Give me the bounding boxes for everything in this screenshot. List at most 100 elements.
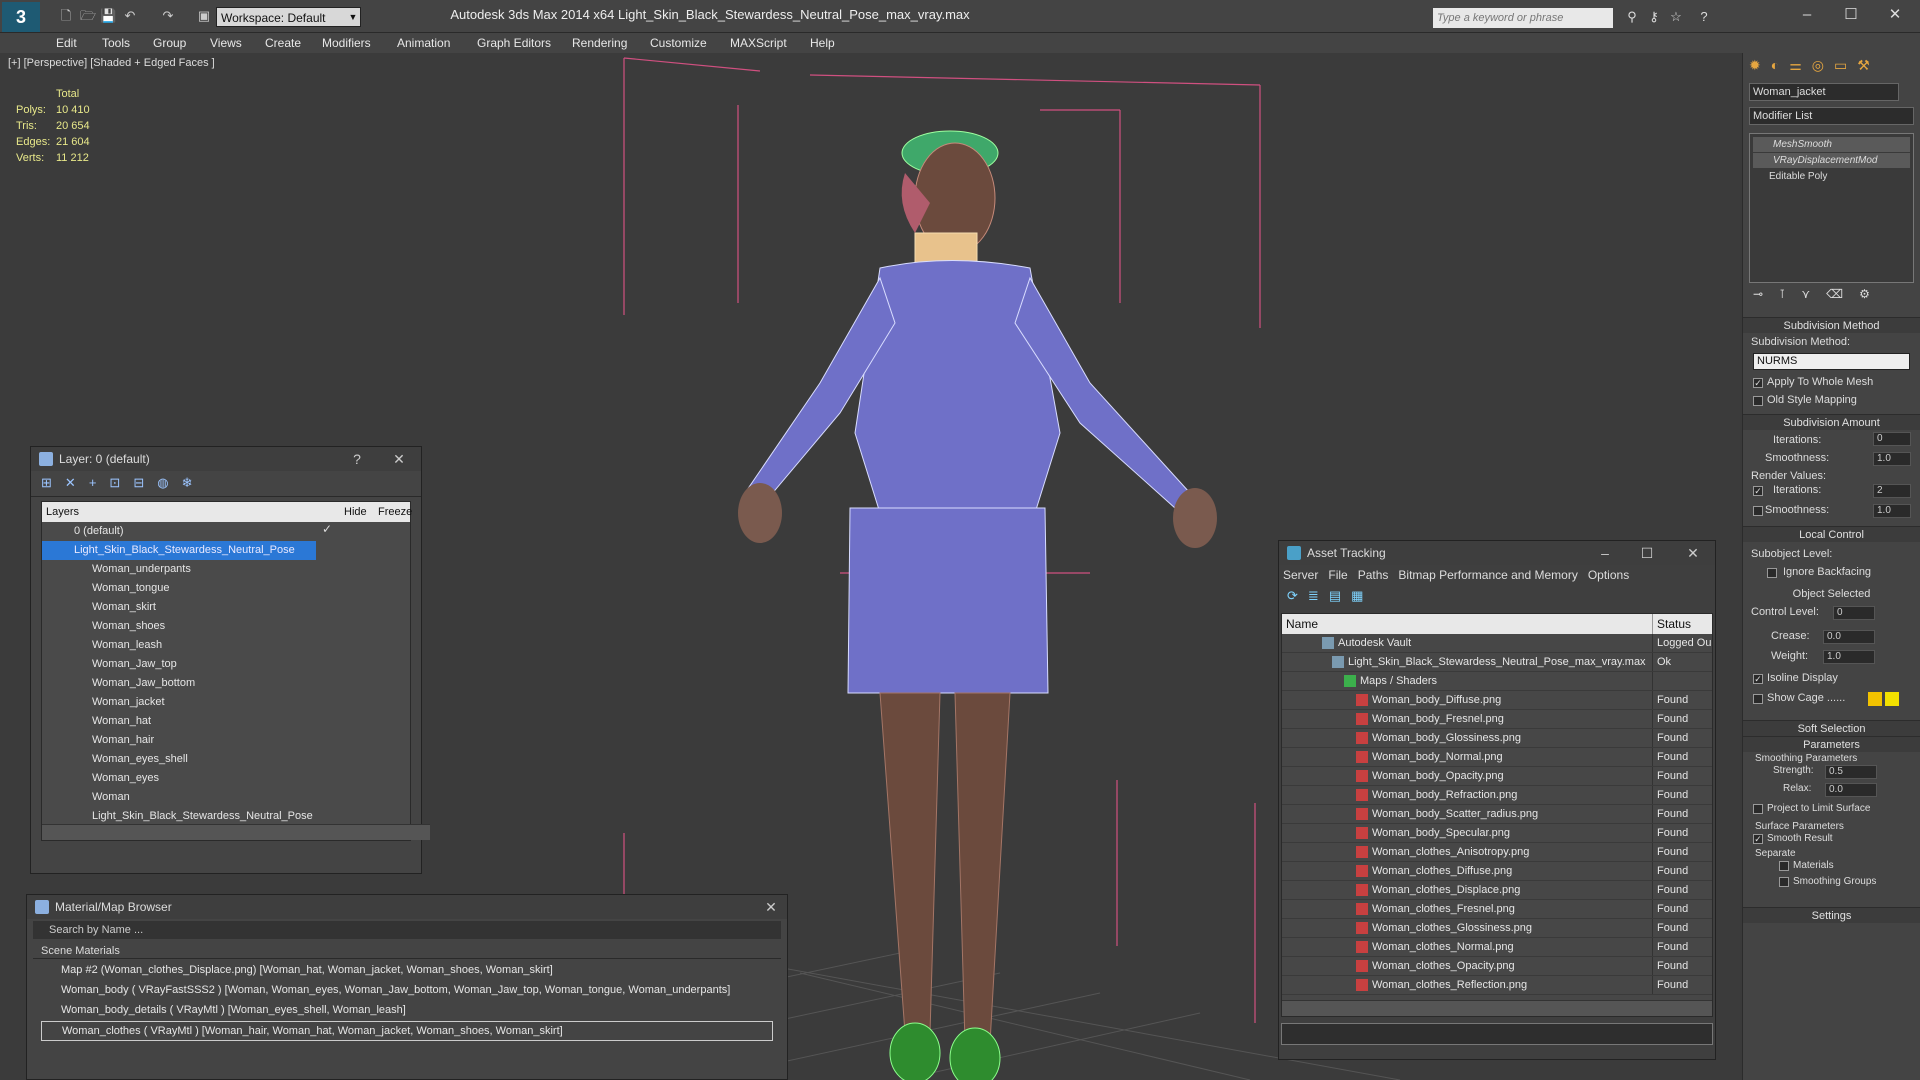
col-status[interactable]: Status — [1652, 614, 1691, 634]
asset-menu-server[interactable]: Server — [1283, 568, 1318, 582]
smooth-result[interactable]: ✓ Smooth Result — [1743, 832, 1920, 848]
asset-row[interactable]: Woman_body_Opacity.png Found — [1282, 767, 1712, 786]
table-icon[interactable]: ▦ — [1351, 588, 1373, 603]
layer-row[interactable]: Woman_hat — [42, 712, 410, 731]
add-icon[interactable]: + — [89, 475, 110, 490]
isoline-display[interactable]: ✓ Isoline Display — [1743, 670, 1920, 690]
menu-customize[interactable]: Customize — [650, 34, 707, 52]
asset-row[interactable]: Woman_body_Scatter_radius.png Found — [1282, 805, 1712, 824]
freeze-all-icon[interactable]: ❄ — [182, 475, 206, 490]
project-limit-surface[interactable]: Project to Limit Surface — [1743, 801, 1920, 821]
menu-edit[interactable]: Edit — [56, 34, 77, 52]
menu-create[interactable]: Create — [265, 34, 301, 52]
asset-row[interactable]: Woman_clothes_Displace.png Found — [1282, 881, 1712, 900]
asset-row[interactable]: Woman_clothes_Glossiness.png Found — [1282, 919, 1712, 938]
asset-row[interactable]: Woman_clothes_Anisotropy.png Found — [1282, 843, 1712, 862]
material-item[interactable]: Map #2 (Woman_clothes_Displace.png) [Wom… — [41, 961, 773, 981]
crease-spinner[interactable]: 0.0 — [1823, 630, 1875, 644]
checkbox-checked[interactable]: ✓ — [1753, 674, 1763, 684]
ignore-backfacing[interactable]: Ignore Backfacing — [1743, 564, 1920, 584]
menu-group[interactable]: Group — [153, 34, 186, 52]
checkbox[interactable] — [1753, 506, 1763, 516]
layer-row[interactable]: Woman_eyes_shell — [42, 750, 410, 769]
asset-path-field[interactable] — [1281, 1023, 1713, 1045]
menu-maxscript[interactable]: MAXScript — [730, 34, 787, 52]
apply-whole-mesh[interactable]: ✓ Apply To Whole Mesh — [1743, 372, 1920, 392]
delete-icon[interactable]: ✕ — [65, 475, 89, 490]
maximize-icon[interactable]: ☐ — [1637, 541, 1657, 565]
layer-row[interactable]: Woman_Jaw_top — [42, 655, 410, 674]
asset-row[interactable]: Woman_clothes_Fresnel.png Found — [1282, 900, 1712, 919]
modifier-stack[interactable]: MeshSmooth VRayDisplacementMod Editable … — [1749, 133, 1914, 283]
layer-row[interactable]: Woman_leash — [42, 636, 410, 655]
layer-row[interactable]: Woman_jacket — [42, 693, 410, 712]
checkbox[interactable] — [1753, 804, 1763, 814]
checkbox-checked[interactable]: ✓ — [1753, 378, 1763, 388]
maximize-icon[interactable]: ☐ — [1838, 4, 1864, 26]
rollout-settings[interactable]: Settings — [1743, 907, 1920, 923]
hierarchy-tab-icon[interactable]: ⚌ — [1789, 57, 1812, 73]
render-iterations-spinner[interactable]: 2 — [1873, 484, 1911, 498]
menu-rendering[interactable]: Rendering — [572, 34, 627, 52]
layer-create-icon[interactable]: ⊞ — [41, 475, 65, 490]
asset-row[interactable]: Maps / Shaders — [1282, 672, 1712, 691]
help-icon[interactable]: ? — [1696, 9, 1712, 25]
asset-row[interactable]: Woman_body_Normal.png Found — [1282, 748, 1712, 767]
menu-views[interactable]: Views — [210, 34, 242, 52]
search-input[interactable]: Type a keyword or phrase — [1433, 8, 1613, 28]
close-icon[interactable]: ✕ — [761, 895, 781, 919]
show-end-icon[interactable]: ⊺ — [1779, 287, 1801, 301]
asset-row[interactable]: Woman_clothes_Diffuse.png Found — [1282, 862, 1712, 881]
remove-modifier-icon[interactable]: ⌫ — [1826, 287, 1859, 301]
col-name[interactable]: Name — [1282, 617, 1318, 631]
motion-tab-icon[interactable]: ◎ — [1812, 57, 1834, 73]
col-layers[interactable]: Layers — [42, 506, 79, 518]
horizontal-scrollbar[interactable] — [42, 824, 430, 840]
minimize-icon[interactable]: – — [1794, 4, 1820, 26]
stack-item[interactable]: MeshSmooth — [1753, 137, 1910, 152]
rollout-subdivision-method[interactable]: Subdivision Method — [1743, 317, 1920, 333]
close-icon[interactable]: ✕ — [1683, 541, 1703, 565]
checkbox[interactable] — [1767, 568, 1777, 578]
asset-row[interactable]: Light_Skin_Black_Stewardess_Neutral_Pose… — [1282, 653, 1712, 672]
cage-color-swatch[interactable] — [1868, 692, 1882, 706]
show-cage[interactable]: Show Cage ...... — [1743, 690, 1920, 712]
pin-stack-icon[interactable]: ⊸ — [1753, 287, 1779, 301]
asset-row[interactable]: Woman_body_Fresnel.png Found — [1282, 710, 1712, 729]
asset-row[interactable]: Woman_body_Glossiness.png Found — [1282, 729, 1712, 748]
layer-row[interactable]: Woman_hair — [42, 731, 410, 750]
configure-icon[interactable]: ⚙ — [1859, 287, 1886, 301]
old-style-mapping[interactable]: Old Style Mapping — [1743, 392, 1920, 408]
modify-tab-icon[interactable]: ◐ — [1771, 57, 1789, 73]
material-browser-titlebar[interactable]: Material/Map Browser ✕ — [27, 895, 787, 919]
smoothness-spinner[interactable]: 1.0 — [1873, 452, 1911, 466]
binoculars-icon[interactable]: ⚲ — [1624, 9, 1640, 25]
menu-tools[interactable]: Tools — [102, 34, 130, 52]
menu-help[interactable]: Help — [810, 34, 835, 52]
asset-row[interactable]: Woman_body_Specular.png Found — [1282, 824, 1712, 843]
refresh-icon[interactable]: ⟳ — [1287, 588, 1308, 603]
rollout-parameters[interactable]: Parameters — [1743, 736, 1920, 752]
layer-row[interactable]: Woman_tongue — [42, 579, 410, 598]
col-hide[interactable]: Hide — [344, 502, 367, 522]
checkbox[interactable] — [1779, 877, 1789, 887]
menu-animation[interactable]: Animation — [397, 34, 450, 52]
scene-materials-group[interactable]: Scene Materials — [33, 943, 781, 959]
favorites-icon[interactable]: ☆ — [1668, 9, 1684, 25]
cage-selection-color-swatch[interactable] — [1885, 692, 1899, 706]
display-tab-icon[interactable]: ▭ — [1834, 57, 1857, 73]
layer-dialog-titlebar[interactable]: Layer: 0 (default) ? ✕ — [31, 447, 421, 471]
menu-modifiers[interactable]: Modifiers — [322, 34, 371, 52]
checkbox[interactable] — [1753, 694, 1763, 704]
close-icon[interactable]: ✕ — [1882, 4, 1908, 26]
menu-graph-editors[interactable]: Graph Editors — [477, 34, 551, 52]
asset-menu-paths[interactable]: Paths — [1358, 568, 1389, 582]
separate-smoothing-groups[interactable]: Smoothing Groups — [1743, 875, 1920, 893]
select-icon[interactable]: ⊡ — [109, 475, 133, 490]
modifier-list-dropdown[interactable]: Modifier List — [1749, 107, 1914, 125]
asset-menu-file[interactable]: File — [1328, 568, 1347, 582]
rollout-local-control[interactable]: Local Control — [1743, 526, 1920, 542]
material-item[interactable]: Woman_body_details ( VRayMtl ) [Woman_ey… — [41, 1001, 773, 1021]
layer-row[interactable]: Woman — [42, 788, 410, 807]
utilities-tab-icon[interactable]: ⚒ — [1857, 57, 1880, 73]
